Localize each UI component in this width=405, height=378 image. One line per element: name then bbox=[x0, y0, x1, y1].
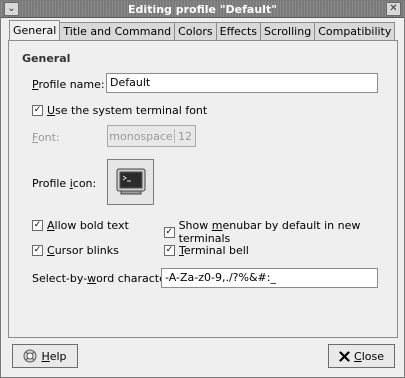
font-name: monospace bbox=[109, 129, 173, 143]
close-button-label: Close bbox=[354, 349, 384, 363]
profile-icon-label: Profile icon: bbox=[32, 177, 97, 190]
tab-effects[interactable]: Effects bbox=[215, 22, 262, 40]
terminal-bell-label: Terminal bell bbox=[179, 244, 249, 257]
cursor-blinks-checkbox[interactable]: ✓ Cursor blinks bbox=[32, 244, 119, 257]
cursor-blinks-label: Cursor blinks bbox=[47, 244, 119, 257]
show-menubar-checkbox[interactable]: ✓ Show menubar by default in new termina… bbox=[164, 219, 404, 245]
help-button[interactable]: Help bbox=[12, 344, 78, 368]
use-system-font-label: Use the system terminal font bbox=[47, 104, 208, 117]
font-label: Font: bbox=[32, 131, 60, 144]
checkbox-check-icon: ✓ bbox=[32, 105, 43, 116]
close-button[interactable]: Close bbox=[328, 344, 395, 368]
window-close-button[interactable]: ✕ bbox=[386, 2, 401, 16]
use-system-font-checkbox[interactable]: ✓ Use the system terminal font bbox=[32, 104, 207, 117]
allow-bold-checkbox[interactable]: ✓ Allow bold text bbox=[32, 219, 129, 232]
tab-strip: General Title and Command Colors Effects… bbox=[9, 20, 396, 40]
tab-compatibility[interactable]: Compatibility bbox=[314, 22, 396, 40]
font-size: 12 bbox=[178, 129, 192, 143]
tab-colors[interactable]: Colors bbox=[174, 22, 217, 40]
profile-icon-button[interactable] bbox=[107, 159, 154, 205]
show-menubar-label: Show menubar by default in new terminals bbox=[178, 219, 361, 245]
window-title: Editing profile "Default" bbox=[128, 3, 277, 16]
profile-editor-window: ⌄ Editing profile "Default" ✕ General Ti… bbox=[0, 0, 405, 378]
help-icon bbox=[23, 349, 37, 363]
tab-general[interactable]: General bbox=[9, 20, 61, 40]
checkbox-check-icon: ✓ bbox=[164, 226, 175, 238]
close-x-icon bbox=[339, 350, 350, 362]
profile-name-input[interactable]: Default bbox=[106, 73, 378, 93]
tab-scrolling[interactable]: Scrolling bbox=[260, 22, 316, 40]
checkbox-check-icon: ✓ bbox=[164, 245, 175, 256]
checkbox-check-icon: ✓ bbox=[32, 245, 43, 256]
terminal-icon bbox=[116, 168, 145, 195]
window-close-icon: ✕ bbox=[389, 3, 398, 14]
tab-title-and-command[interactable]: Title and Command bbox=[59, 22, 176, 40]
title-bar[interactable]: ⌄ Editing profile "Default" ✕ bbox=[1, 1, 404, 18]
word-chars-input[interactable]: -A-Za-z0-9,./?%&#:_ bbox=[161, 268, 378, 288]
terminal-bell-checkbox[interactable]: ✓ Terminal bell bbox=[164, 244, 249, 257]
section-title-general: General bbox=[22, 52, 71, 65]
help-button-label: Help bbox=[41, 349, 67, 363]
profile-name-label: Profile name: bbox=[32, 78, 105, 91]
word-chars-label: Select-by-word characters: bbox=[32, 272, 180, 285]
font-picker-button[interactable]: monospace 12 bbox=[107, 125, 196, 147]
allow-bold-label: Allow bold text bbox=[47, 219, 129, 232]
checkbox-check-icon: ✓ bbox=[32, 220, 43, 231]
